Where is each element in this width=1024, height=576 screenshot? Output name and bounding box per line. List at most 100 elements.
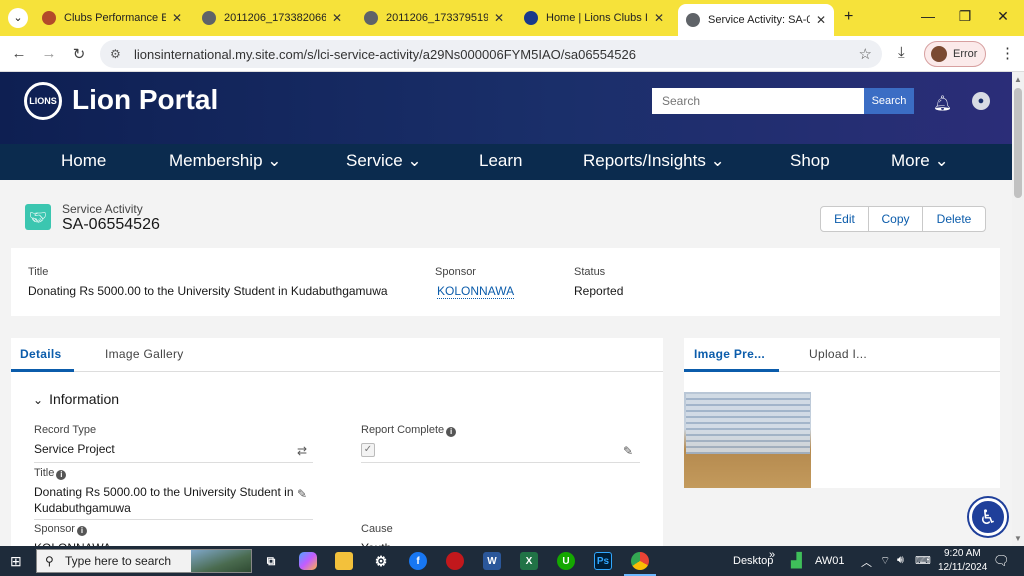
excel-icon[interactable]: X xyxy=(520,552,538,570)
change-record-type-icon[interactable]: ⇄ xyxy=(297,444,307,458)
facebook-icon[interactable]: f xyxy=(409,552,427,570)
title-label-text: Title xyxy=(34,467,55,479)
close-tab-icon[interactable]: ✕ xyxy=(816,13,826,27)
profile-error-chip[interactable]: Error xyxy=(924,41,986,67)
minimize-icon[interactable]: — xyxy=(918,8,938,24)
nav-shop[interactable]: Shop xyxy=(790,151,830,171)
browser-tab-image-1[interactable]: 2011206_1733820669.jpg ✕ xyxy=(194,4,350,32)
lions-favicon-icon xyxy=(42,11,56,25)
taskbar-search-input[interactable]: ⚲ Type here to search xyxy=(36,549,252,573)
tab-label: Home | Lions Clubs Inter xyxy=(546,12,648,24)
file-explorer-icon[interactable] xyxy=(335,552,353,570)
desktop-toolbar-label[interactable]: Desktop xyxy=(733,555,773,567)
globe-favicon-icon xyxy=(202,11,216,25)
upwork-icon[interactable]: U xyxy=(557,552,575,570)
browser-menu-icon[interactable]: ⋮ xyxy=(1000,44,1015,62)
photoshop-icon[interactable]: Ps xyxy=(594,552,612,570)
highlight-sponsor-link[interactable]: KOLONNAWA xyxy=(437,284,515,299)
browser-tab-service-activity[interactable]: Service Activity: SA-0655 ✕ xyxy=(678,4,834,36)
edit-title-icon[interactable]: ✎ xyxy=(297,487,307,501)
edit-report-complete-icon[interactable]: ✎ xyxy=(623,444,633,458)
lions-logo-icon[interactable]: LIONS xyxy=(24,82,62,120)
new-tab-button[interactable]: + xyxy=(844,8,853,26)
copy-button[interactable]: Copy xyxy=(869,207,923,231)
image-preview-thumbnail[interactable] xyxy=(684,392,811,488)
close-tab-icon[interactable]: ✕ xyxy=(332,11,342,25)
nav-reports-insights[interactable]: Reports/Insights ⌄ xyxy=(583,151,725,171)
info-icon[interactable]: i xyxy=(76,526,87,536)
portal-search-button[interactable]: Search xyxy=(864,88,914,114)
stock-ticker-label[interactable]: AW01 xyxy=(815,555,845,567)
tab-image-preview[interactable]: Image Pre... xyxy=(694,347,765,361)
stock-chart-icon[interactable]: ▟ xyxy=(791,552,802,569)
nav-more[interactable]: More ⌄ xyxy=(891,151,949,171)
windows-taskbar: ⊞ ⚲ Type here to search ⧉ ⚙ f W X U Ps D… xyxy=(0,546,1024,576)
sponsor-field-label: Sponsor i xyxy=(34,523,87,536)
browser-tab-lions-home[interactable]: Home | Lions Clubs Inter ✕ xyxy=(516,4,672,32)
site-info-icon[interactable]: ⚙ xyxy=(110,47,121,61)
lions-favicon-icon xyxy=(524,11,538,25)
user-avatar-icon[interactable]: ● xyxy=(972,92,990,110)
reload-icon[interactable]: ↻ xyxy=(70,45,88,63)
active-tab-indicator xyxy=(684,369,779,372)
nav-membership[interactable]: Membership ⌄ xyxy=(169,151,282,171)
portal-search-input[interactable] xyxy=(652,88,864,114)
nav-home[interactable]: Home xyxy=(61,151,106,171)
browser-tab-clubs-performance[interactable]: Clubs Performance Evalu ✕ xyxy=(34,4,190,32)
keyboard-icon[interactable]: ⌨ xyxy=(915,554,931,567)
copilot-icon[interactable] xyxy=(299,552,317,570)
information-section-title: Information xyxy=(49,391,120,407)
tray-expand-icon[interactable]: ︿ xyxy=(861,554,872,570)
antivirus-icon[interactable] xyxy=(446,552,464,570)
task-view-icon[interactable]: ⧉ xyxy=(262,552,280,570)
word-icon[interactable]: W xyxy=(483,552,501,570)
clock-time[interactable]: 9:20 AM xyxy=(944,548,981,559)
info-icon[interactable]: i xyxy=(446,427,457,437)
volume-icon[interactable]: 🔊︎ xyxy=(897,554,904,567)
windows-start-icon[interactable]: ⊞ xyxy=(10,553,22,570)
nav-learn[interactable]: Learn xyxy=(479,151,522,171)
accessibility-icon[interactable]: ♿︎ xyxy=(969,498,1007,536)
title-field-value-line2: Kudabuthgamuwa xyxy=(34,501,131,515)
tab-image-gallery[interactable]: Image Gallery xyxy=(105,347,184,361)
edit-button[interactable]: Edit xyxy=(821,207,869,231)
bookmark-star-icon[interactable]: ☆ xyxy=(859,45,872,63)
highlight-title-label: Title xyxy=(28,266,49,278)
network-icon[interactable]: ⌔ xyxy=(880,554,890,568)
close-tab-icon[interactable]: ✕ xyxy=(494,11,504,25)
information-section-toggle[interactable]: ⌄ Information xyxy=(33,391,119,407)
close-tab-icon[interactable]: ✕ xyxy=(172,11,182,25)
profile-error-label: Error xyxy=(953,48,978,60)
forward-arrow-icon[interactable]: → xyxy=(40,45,58,62)
details-card: Details Image Gallery ⌄ Information Recor… xyxy=(11,338,663,556)
scroll-down-icon[interactable]: ▼ xyxy=(1014,534,1022,543)
field-divider xyxy=(34,519,313,520)
nav-service[interactable]: Service ⌄ xyxy=(346,151,422,171)
portal-title[interactable]: Lion Portal xyxy=(72,84,218,116)
settings-gear-icon[interactable]: ⚙ xyxy=(372,552,390,570)
download-icon[interactable]: ⤓ xyxy=(898,44,905,61)
highlight-sponsor-label: Sponsor xyxy=(435,266,476,278)
info-icon[interactable]: i xyxy=(56,470,67,480)
tab-upload-image[interactable]: Upload I... xyxy=(809,347,867,361)
toolbar-expand-icon[interactable]: » xyxy=(769,549,775,561)
sponsor-label-text: Sponsor xyxy=(34,523,75,535)
tab-search-dropdown-icon[interactable]: ⌄ xyxy=(8,8,28,28)
back-arrow-icon[interactable]: ← xyxy=(10,45,28,62)
page-scrollbar[interactable]: ▲ ▼ xyxy=(1012,72,1024,546)
url-input[interactable]: ⚙ lionsinternational.my.site.com/s/lci-s… xyxy=(100,40,882,68)
delete-button[interactable]: Delete xyxy=(923,207,985,231)
close-window-icon[interactable]: ✕ xyxy=(993,8,1013,25)
restore-icon[interactable]: ❐ xyxy=(955,8,975,25)
chrome-icon[interactable] xyxy=(631,552,649,570)
close-tab-icon[interactable]: ✕ xyxy=(654,11,664,25)
clock-date[interactable]: 12/11/2024 xyxy=(938,562,987,573)
notifications-icon[interactable]: 🗨︎ xyxy=(993,553,1010,569)
scroll-thumb[interactable] xyxy=(1014,88,1022,198)
notification-bell-icon[interactable]: 🔔︎ xyxy=(933,94,952,112)
service-activity-handshake-icon: 🤝︎ xyxy=(25,204,51,230)
logo-text: LIONS xyxy=(29,96,57,106)
tab-details[interactable]: Details xyxy=(20,347,61,361)
browser-tab-image-2[interactable]: 2011206_1733795198.jpg ✕ xyxy=(356,4,512,32)
scroll-up-icon[interactable]: ▲ xyxy=(1014,75,1022,84)
